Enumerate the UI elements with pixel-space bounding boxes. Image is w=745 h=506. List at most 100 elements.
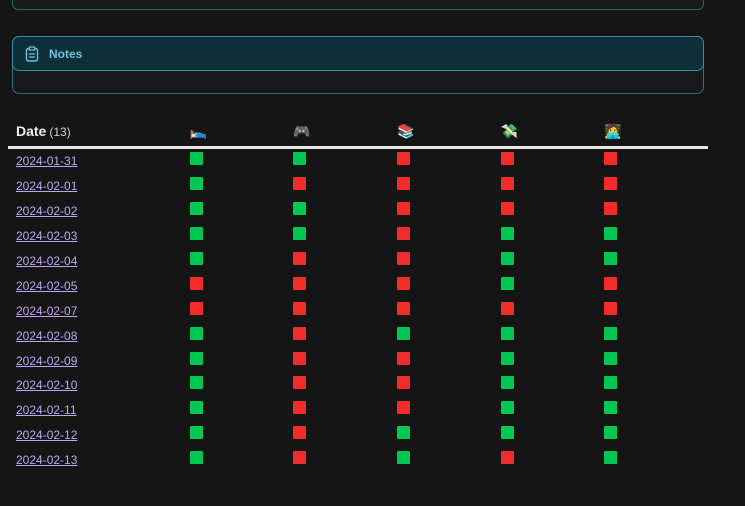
habit-cell bbox=[500, 148, 605, 174]
habit-done-indicator bbox=[397, 426, 411, 440]
habit-cell bbox=[604, 373, 708, 398]
habit-done-indicator bbox=[189, 227, 203, 241]
technologist-icon: 🧑‍💻 bbox=[604, 122, 622, 139]
habit-cell bbox=[189, 273, 294, 298]
habit-cell bbox=[189, 423, 294, 448]
habit-cell bbox=[604, 148, 708, 174]
date-link[interactable]: 2024-02-01 bbox=[8, 179, 77, 193]
habit-cell bbox=[189, 398, 294, 423]
habit-cell bbox=[500, 448, 605, 473]
date-cell: 2024-01-31 bbox=[8, 148, 190, 174]
habit-cell bbox=[397, 174, 501, 199]
date-link[interactable]: 2024-01-31 bbox=[8, 154, 77, 168]
table-row: 2024-02-05 bbox=[8, 273, 708, 298]
money-wings-icon: 💸 bbox=[500, 122, 519, 139]
habit-done-indicator bbox=[604, 376, 618, 390]
date-link[interactable]: 2024-02-08 bbox=[8, 329, 77, 343]
habit-missed-indicator bbox=[500, 451, 514, 465]
date-cell: 2024-02-07 bbox=[8, 298, 190, 323]
date-link[interactable]: 2024-02-10 bbox=[8, 378, 77, 392]
habit-cell bbox=[293, 273, 397, 298]
table-row: 2024-02-13 bbox=[8, 448, 708, 473]
habit-cell bbox=[397, 348, 501, 373]
habit-column-header[interactable]: 📚 bbox=[397, 115, 501, 149]
habit-missed-indicator bbox=[500, 152, 514, 166]
habit-cell bbox=[397, 398, 501, 423]
table-row: 2024-02-12 bbox=[8, 423, 708, 448]
habit-missed-indicator bbox=[397, 252, 411, 265]
habit-column-header[interactable]: 💸 bbox=[500, 115, 605, 149]
habit-missed-indicator bbox=[397, 177, 411, 191]
habit-cell bbox=[189, 148, 294, 174]
habit-missed-indicator bbox=[397, 401, 411, 415]
habit-cell bbox=[500, 323, 605, 348]
habit-missed-indicator bbox=[397, 227, 411, 241]
date-link[interactable]: 2024-02-03 bbox=[8, 229, 77, 243]
date-link[interactable]: 2024-02-05 bbox=[8, 279, 77, 293]
habit-missed-indicator bbox=[500, 177, 514, 191]
habit-done-indicator bbox=[293, 227, 307, 241]
date-link[interactable]: 2024-02-09 bbox=[8, 354, 77, 368]
books-icon: 📚 bbox=[397, 122, 415, 139]
habit-cell bbox=[604, 273, 708, 298]
habit-cell bbox=[189, 373, 294, 398]
previous-callout bbox=[12, 0, 704, 10]
habit-cell bbox=[604, 398, 708, 423]
habit-cell bbox=[397, 224, 501, 249]
habit-missed-indicator bbox=[293, 177, 307, 191]
habit-cell bbox=[500, 348, 605, 373]
habit-cell bbox=[293, 423, 397, 448]
date-link[interactable]: 2024-02-04 bbox=[8, 254, 77, 268]
habit-missed-indicator bbox=[293, 276, 307, 290]
habit-missed-indicator bbox=[604, 276, 618, 290]
habit-cell bbox=[500, 174, 605, 199]
habit-cell bbox=[500, 249, 605, 274]
habit-cell bbox=[397, 373, 501, 398]
date-link[interactable]: 2024-02-02 bbox=[8, 204, 77, 218]
habit-done-indicator bbox=[500, 227, 514, 241]
habit-column-header[interactable]: 🛌 bbox=[189, 115, 294, 149]
habit-done-indicator bbox=[604, 252, 618, 265]
habit-missed-indicator bbox=[293, 451, 307, 465]
habit-missed-indicator bbox=[500, 202, 514, 216]
date-link[interactable]: 2024-02-07 bbox=[8, 304, 77, 318]
habit-cell bbox=[397, 423, 501, 448]
habit-cell bbox=[189, 249, 294, 274]
habit-done-indicator bbox=[189, 401, 203, 415]
habit-cell bbox=[500, 273, 605, 298]
habit-cell bbox=[500, 398, 605, 423]
table-body: 2024-01-31 2024-02-01 2024-02-02 2024-02-03… bbox=[8, 148, 708, 473]
habit-done-indicator bbox=[189, 376, 203, 390]
notes-callout-header[interactable]: Notes bbox=[12, 36, 704, 71]
habit-missed-indicator bbox=[604, 152, 618, 166]
table-row: 2024-02-08 bbox=[8, 323, 708, 348]
date-header-label: Date bbox=[16, 122, 47, 139]
date-link[interactable]: 2024-02-13 bbox=[8, 453, 77, 467]
habit-done-indicator bbox=[500, 376, 514, 390]
habit-cell bbox=[604, 298, 708, 323]
table-row: 2024-02-10 bbox=[8, 373, 708, 398]
habit-column-header[interactable]: 🎮 bbox=[293, 115, 398, 149]
date-link[interactable]: 2024-02-12 bbox=[8, 428, 77, 442]
date-cell: 2024-02-08 bbox=[8, 323, 190, 348]
habit-column-header[interactable]: 🧑‍💻 bbox=[604, 115, 708, 149]
habit-missed-indicator bbox=[293, 351, 307, 365]
habit-cell bbox=[293, 174, 397, 199]
habit-table: Date (13) 🛌 🎮 📚 💸 🧑‍💻 2024-01-31 2024-02-0… bbox=[8, 115, 708, 473]
date-link[interactable]: 2024-02-11 bbox=[8, 403, 77, 417]
date-column-header[interactable]: Date (13) bbox=[8, 115, 190, 149]
habit-cell bbox=[397, 323, 501, 348]
habit-cell bbox=[604, 348, 708, 373]
habit-missed-indicator bbox=[500, 301, 514, 315]
habit-cell bbox=[397, 199, 501, 224]
habit-done-indicator bbox=[604, 401, 618, 415]
habit-cell bbox=[293, 249, 397, 274]
habit-cell bbox=[189, 323, 294, 348]
habit-cell bbox=[189, 348, 294, 373]
habit-cell bbox=[189, 174, 294, 199]
habit-missed-indicator bbox=[189, 301, 203, 315]
habit-done-indicator bbox=[189, 451, 203, 465]
habit-missed-indicator bbox=[397, 152, 411, 166]
habit-cell bbox=[293, 448, 397, 473]
habit-done-indicator bbox=[604, 326, 618, 340]
